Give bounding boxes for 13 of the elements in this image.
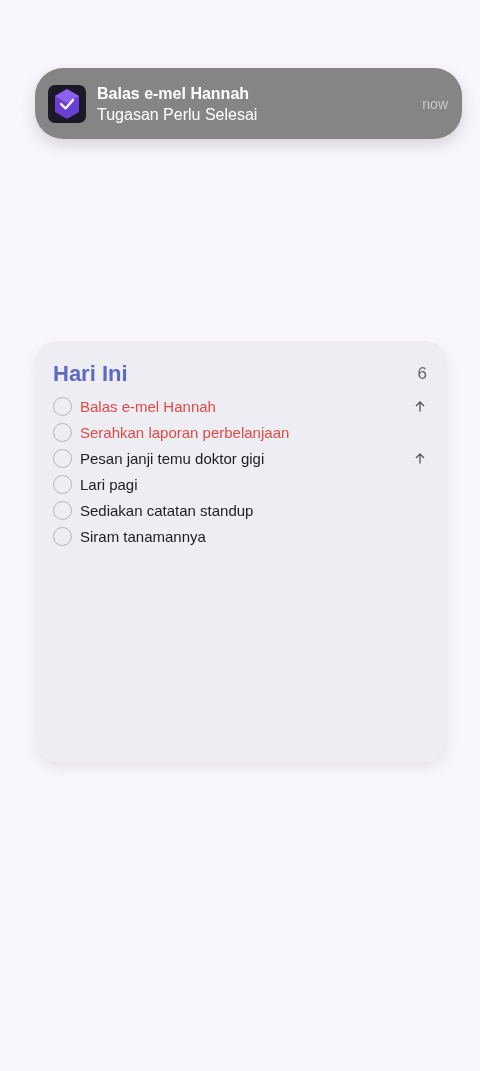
widget-title: Hari Ini <box>53 361 128 387</box>
task-label[interactable]: Balas e-mel Hannah <box>80 397 415 415</box>
notification-body: Tugasan Perlu Selesai <box>97 104 259 125</box>
task-label[interactable]: Serahkan laporan perbelanjaan <box>80 423 427 441</box>
task-label[interactable]: Lari pagi <box>80 475 427 493</box>
notification-time: now <box>422 95 448 112</box>
app-icon <box>48 84 86 123</box>
notification-title: Balas e-mel Hannah <box>97 83 251 104</box>
task-label[interactable]: Sediakan catatan standup <box>80 501 427 519</box>
notification-card[interactable]: Balas e-mel Hannah Tugasan Perlu Selesai now <box>35 68 462 139</box>
task-count: 6 <box>417 364 427 384</box>
task-label[interactable]: Pesan janji temu doktor gigi <box>80 449 415 467</box>
task-label[interactable]: Siram tanamannya <box>80 527 427 545</box>
